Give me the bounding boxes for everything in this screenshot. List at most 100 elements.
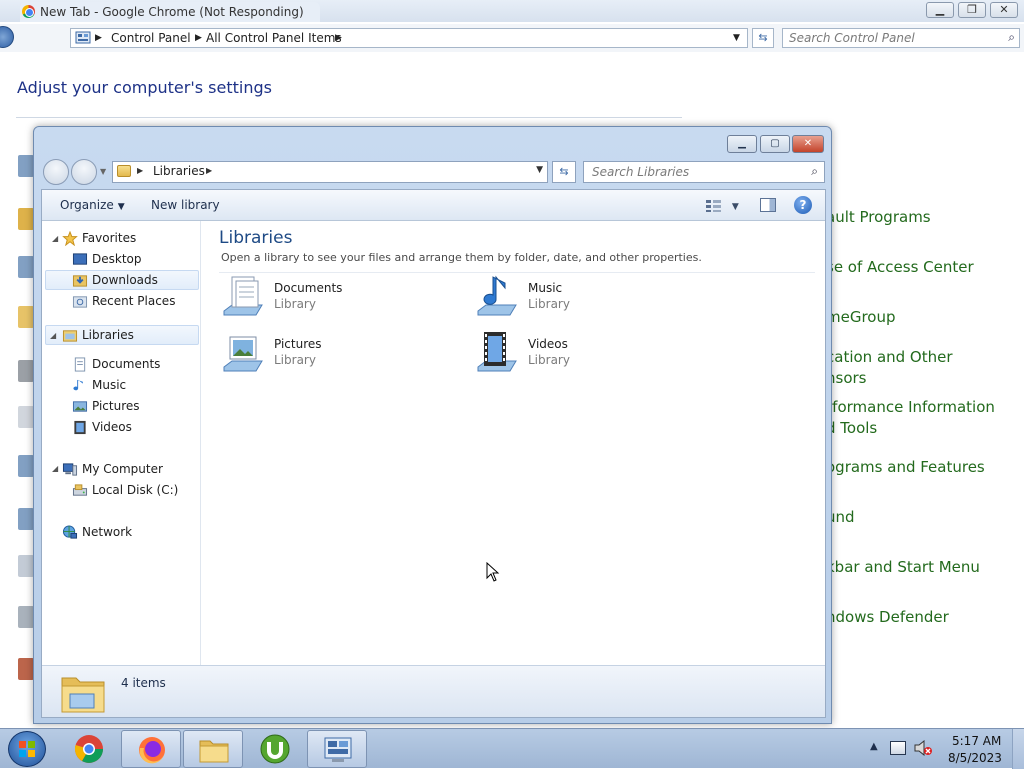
partial-item-icon bbox=[18, 155, 34, 177]
nav-music-label: Music bbox=[92, 378, 127, 392]
change-view-button[interactable]: ▼ bbox=[706, 198, 739, 212]
breadcrumb-all-items[interactable]: All Control Panel Items bbox=[206, 31, 342, 45]
cp-link-location-sensors-2[interactable]: nsors bbox=[826, 368, 866, 389]
videos-library-icon bbox=[477, 332, 517, 372]
collapse-arrow-icon[interactable]: ◢ bbox=[52, 464, 58, 473]
chevron-down-icon: ▼ bbox=[731, 202, 739, 212]
chevron-down-icon[interactable]: ▼ bbox=[536, 165, 543, 175]
cp-link-ease-of-access[interactable]: se of Access Center bbox=[826, 257, 974, 278]
cp-search-input[interactable]: Search Control Panel ⌕ bbox=[782, 28, 1020, 48]
chrome-tab[interactable]: New Tab - Google Chrome (Not Responding) bbox=[20, 2, 320, 22]
nav-local-disk[interactable]: Local Disk (C:) bbox=[72, 481, 192, 501]
collapse-arrow-icon[interactable]: ◢ bbox=[52, 234, 58, 243]
partial-item-icon bbox=[18, 508, 34, 530]
library-type: Library bbox=[274, 353, 316, 367]
libraries-folder-icon bbox=[61, 677, 105, 713]
network-tray-icon[interactable] bbox=[890, 741, 906, 755]
nav-my-computer[interactable]: My Computer bbox=[62, 460, 192, 480]
chevron-down-icon[interactable]: ▼ bbox=[733, 33, 740, 43]
breadcrumb-control-panel[interactable]: Control Panel bbox=[111, 31, 191, 45]
collapse-arrow-icon[interactable]: ◢ bbox=[50, 331, 56, 340]
control-panel-titlebar: New Tab - Google Chrome (Not Responding)… bbox=[0, 0, 1024, 22]
partial-item-icon bbox=[18, 606, 34, 628]
nav-videos[interactable]: Videos bbox=[72, 418, 192, 438]
start-button[interactable] bbox=[8, 731, 46, 767]
mouse-cursor-icon bbox=[486, 562, 500, 582]
taskbar-control-panel[interactable] bbox=[307, 730, 367, 768]
cp-link-programs-features[interactable]: ograms and Features bbox=[826, 457, 985, 478]
back-button[interactable] bbox=[43, 159, 69, 185]
cp-close-button[interactable]: ✕ bbox=[990, 2, 1018, 18]
views-icon bbox=[706, 199, 721, 212]
library-pictures[interactable]: Pictures Library bbox=[220, 329, 450, 379]
breadcrumb-libraries[interactable]: Libraries bbox=[153, 164, 205, 178]
cp-restore-button[interactable]: ❐ bbox=[958, 2, 986, 18]
search-input[interactable]: Search Libraries ⌕ bbox=[583, 161, 825, 183]
cp-refresh-button[interactable]: ⇆ bbox=[752, 28, 774, 48]
nav-network[interactable]: Network bbox=[62, 523, 192, 543]
cp-minimize-button[interactable]: ▁ bbox=[926, 2, 954, 18]
cp-link-homegroup[interactable]: meGroup bbox=[826, 307, 896, 328]
explorer-body: Organize ▼ New library ▼ ? ◢ Favorites D… bbox=[41, 189, 826, 718]
refresh-button[interactable]: ⇆ bbox=[552, 161, 576, 183]
show-desktop-button[interactable] bbox=[1012, 729, 1024, 769]
show-hidden-icons-button[interactable]: ▲ bbox=[870, 741, 878, 752]
maximize-button[interactable]: ▢ bbox=[760, 135, 790, 153]
cp-search-placeholder: Search Control Panel bbox=[789, 31, 915, 45]
taskbar-utorrent[interactable] bbox=[245, 730, 305, 768]
minimize-button[interactable]: ▁ bbox=[727, 135, 757, 153]
nav-recent-places[interactable]: Recent Places bbox=[72, 292, 192, 312]
partial-item-icon bbox=[18, 455, 34, 477]
cp-link-taskbar[interactable]: kbar and Start Menu bbox=[826, 557, 980, 578]
partial-item-icon bbox=[18, 406, 34, 428]
close-button[interactable]: ✕ bbox=[792, 135, 824, 153]
volume-muted-icon[interactable] bbox=[914, 740, 932, 756]
cp-link-performance-2[interactable]: d Tools bbox=[826, 418, 877, 439]
cp-link-defender[interactable]: ndows Defender bbox=[826, 607, 949, 628]
taskbar-firefox[interactable] bbox=[121, 730, 181, 768]
cp-link-location-sensors[interactable]: cation and Other bbox=[826, 347, 953, 368]
cp-back-button[interactable] bbox=[0, 26, 14, 48]
taskbar-chrome[interactable] bbox=[59, 730, 119, 768]
cp-link-performance[interactable]: rformance Information bbox=[826, 397, 995, 418]
nav-documents[interactable]: Documents bbox=[72, 355, 192, 375]
cp-link-default-programs[interactable]: ault Programs bbox=[826, 207, 931, 228]
forward-button[interactable] bbox=[71, 159, 97, 185]
nav-libraries[interactable]: ◢ Libraries bbox=[45, 325, 199, 345]
library-music[interactable]: Music Library bbox=[474, 273, 704, 323]
nav-pictures-label: Pictures bbox=[92, 399, 140, 413]
library-videos[interactable]: Videos Library bbox=[474, 329, 704, 379]
library-type: Library bbox=[528, 353, 570, 367]
help-icon[interactable]: ? bbox=[794, 196, 812, 214]
breadcrumb-arrow-icon: ▶ bbox=[195, 33, 202, 43]
library-name: Documents bbox=[274, 281, 343, 295]
nav-downloads-label: Downloads bbox=[92, 273, 158, 287]
content-description: Open a library to see your files and arr… bbox=[221, 251, 702, 264]
library-type: Library bbox=[528, 297, 570, 311]
nav-downloads[interactable]: Downloads bbox=[45, 270, 199, 290]
library-name: Pictures bbox=[274, 337, 322, 351]
organize-label: Organize bbox=[60, 198, 114, 212]
address-bar[interactable]: ▶ Libraries ▶ ▼ bbox=[112, 161, 548, 183]
library-documents[interactable]: Documents Library bbox=[220, 273, 450, 323]
documents-library-icon bbox=[223, 276, 263, 316]
firefox-icon bbox=[139, 737, 165, 764]
preview-pane-button[interactable] bbox=[760, 198, 776, 212]
clock-time[interactable]: 5:17 AM bbox=[952, 734, 1001, 748]
content-title: Libraries bbox=[219, 228, 293, 248]
nav-desktop[interactable]: Desktop bbox=[72, 250, 192, 270]
taskbar-file-explorer[interactable] bbox=[183, 730, 243, 768]
nav-favorites[interactable]: Favorites bbox=[62, 229, 192, 249]
music-icon bbox=[73, 379, 83, 391]
recent-pages-dropdown[interactable]: ▼ bbox=[100, 167, 106, 176]
breadcrumb-arrow-icon: ▶ bbox=[95, 33, 102, 43]
new-library-button[interactable]: New library bbox=[151, 198, 220, 212]
clock-date[interactable]: 8/5/2023 bbox=[948, 751, 1002, 765]
cp-address-bar[interactable]: ▶ Control Panel ▶ All Control Panel Item… bbox=[70, 28, 748, 48]
breadcrumb-arrow-icon: ▶ bbox=[206, 166, 213, 175]
nav-recent-places-label: Recent Places bbox=[92, 294, 176, 308]
nav-pictures[interactable]: Pictures bbox=[72, 397, 192, 417]
details-pane: 4 items bbox=[42, 665, 825, 717]
nav-music[interactable]: Music bbox=[72, 376, 192, 396]
organize-button[interactable]: Organize ▼ bbox=[60, 198, 125, 212]
